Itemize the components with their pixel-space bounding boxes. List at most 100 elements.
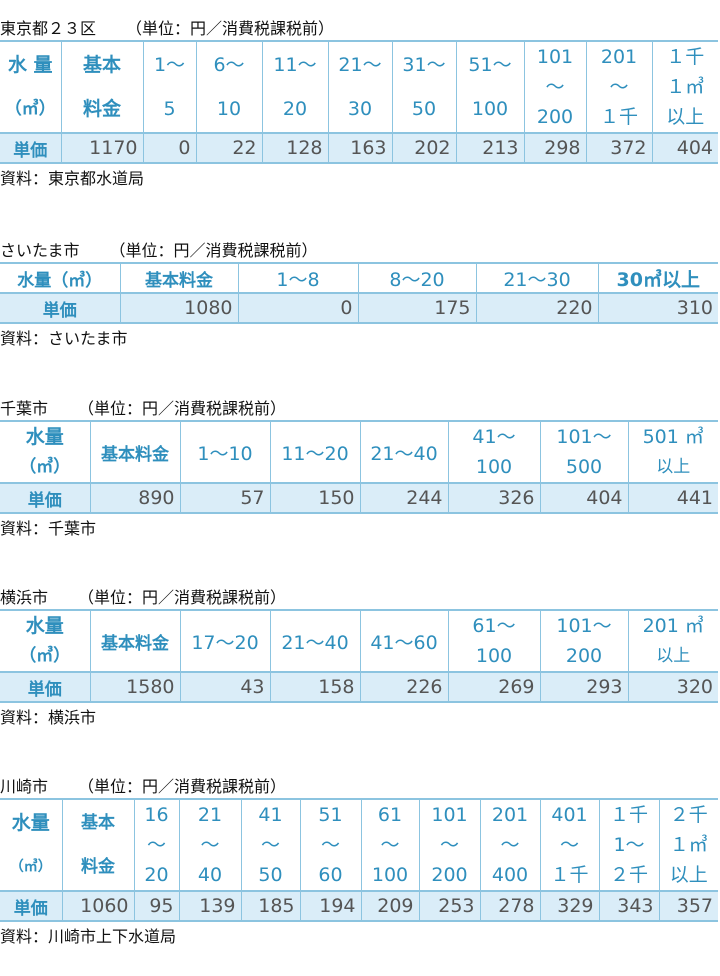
header-cell: 61～100 — [447, 610, 541, 672]
header-cell: 501 ㎥以上 — [627, 421, 718, 483]
header-cell: ２千 １㎥ 以上 — [658, 799, 718, 891]
price-label: 単価 — [0, 890, 63, 921]
header-cell: 21～40 — [269, 610, 361, 672]
header-cell: 30㎥以上 — [597, 263, 718, 293]
tokyo-section: 東京都２３区 （単位：円／消費税課税前） 水 量（㎥） 基本 料金 1～ 5 6～ 10… — [0, 18, 720, 190]
price-cell: 0 — [237, 292, 359, 323]
kawasaki-title-line: 川崎市 （単位：円／消費税課税前） — [0, 776, 720, 798]
price-cell: 202 — [391, 132, 457, 163]
yokohama-source: 資料：横浜市 — [0, 708, 97, 727]
price-label: 単価 — [0, 132, 62, 163]
yokohama-section: 横浜市 （単位：円／消費税課税前） 水量 （㎥） 基本料金 17～20 21～40 … — [0, 587, 720, 729]
price-cell: 343 — [598, 890, 660, 921]
yokohama-header-row: 水量 （㎥） 基本料金 17～20 21～40 41～60 61～ 100 101～… — [0, 610, 718, 672]
price-cell: 278 — [479, 890, 541, 921]
price-cell: 298 — [523, 132, 587, 163]
price-cell: 293 — [539, 671, 629, 702]
header-cell: 201 ㎥以上 — [627, 610, 718, 672]
price-cell: 158 — [269, 671, 361, 702]
header-cell: 6～ 10 — [195, 41, 263, 133]
header-cell: 11～20 — [261, 41, 329, 133]
price-cell: 185 — [240, 890, 301, 921]
price-cell: 220 — [475, 292, 599, 323]
tokyo-table: 水 量（㎥） 基本 料金 1～ 5 6～ 10 11～ 20 21～ 30 31～ 50 5… — [0, 40, 718, 164]
header-cell: 21～40 — [359, 421, 449, 483]
header-cell: 201 ～ 400 — [479, 799, 541, 891]
header-cell: 17～20 — [179, 610, 271, 672]
header-cell: 基本料金 — [89, 610, 181, 672]
price-cell: 226 — [359, 671, 449, 702]
price-cell: 43 — [179, 671, 271, 702]
saitama-source: 資料：さいたま市 — [0, 329, 128, 348]
yokohama-table: 水量 （㎥） 基本料金 17～20 21～40 41～60 61～ 100 101～… — [0, 609, 718, 703]
tokyo-unit: （単位：円／消費税課税前） — [126, 19, 335, 38]
price-cell: 139 — [178, 890, 242, 921]
header-cell: 201 ～ １千 — [585, 41, 653, 133]
kawasaki-unit: （単位：円／消費税課税前） — [78, 777, 287, 796]
yokohama-price-row: 単価 1580 43 158 226 269 293 320 — [0, 671, 718, 702]
header-cell: １千 1～ ２千 — [598, 799, 660, 891]
header-cell: 41～60 — [359, 610, 449, 672]
header-cell: 21～30 — [327, 41, 393, 133]
price-cell: 326 — [447, 482, 541, 513]
header-cell: 基本料金 — [119, 263, 239, 293]
chiba-section: 千葉市 （単位：円／消費税課税前） 水量 （㎥） 基本料金 1～10 11～20 2… — [0, 398, 720, 540]
header-cell: 11～20 — [269, 421, 361, 483]
header-cell: 16 ～ 20 — [133, 799, 180, 891]
header-cell: 401 ～ １千 — [539, 799, 600, 891]
chiba-title-line: 千葉市 （単位：円／消費税課税前） — [0, 398, 720, 420]
header-cell: 101～200 — [539, 610, 629, 672]
header-cell: 21～30 — [475, 263, 599, 293]
header-cell: 基本料金 — [61, 799, 135, 891]
price-cell: 357 — [658, 890, 718, 921]
price-cell: 209 — [360, 890, 420, 921]
saitama-price-row: 単価 1080 0 175 220 310 — [0, 292, 718, 323]
saitama-header-row: 水量（㎥） 基本料金 1～8 8～20 21～30 30㎥以上 — [0, 263, 718, 293]
price-cell: 163 — [327, 132, 393, 163]
price-cell: 441 — [627, 482, 718, 513]
price-label: 単価 — [0, 671, 91, 702]
header-cell: 101～ 500 — [539, 421, 629, 483]
header-cell: 51～ 100 — [455, 41, 525, 133]
saitama-section: さいたま市 （単位：円／消費税課税前） 水量（㎥） 基本料金 1～8 8～20 2… — [0, 240, 720, 350]
price-cell: 213 — [455, 132, 525, 163]
kawasaki-title: 川崎市 — [0, 777, 49, 796]
price-cell: 269 — [447, 671, 541, 702]
price-cell: 890 — [89, 482, 181, 513]
header-cell: 基本料金 — [60, 41, 144, 133]
price-cell: 22 — [195, 132, 263, 163]
chiba-source: 資料：千葉市 — [0, 519, 97, 538]
price-cell: 95 — [133, 890, 180, 921]
header-cell: 101～200 — [418, 799, 481, 891]
chiba-table: 水量 （㎥） 基本料金 1～10 11～20 21～40 41～ 100 101～ 5… — [0, 420, 718, 514]
saitama-title-line: さいたま市 （単位：円／消費税課税前） — [0, 240, 720, 262]
price-cell: 244 — [359, 482, 449, 513]
price-cell: 253 — [418, 890, 481, 921]
price-cell: 1060 — [61, 890, 135, 921]
header-cell: 1～8 — [237, 263, 359, 293]
header-cell: 1～ 5 — [142, 41, 197, 133]
kawasaki-price-row: 単価 1060 95 139 185 194 209 253 278 329 3… — [0, 890, 718, 921]
header-cell: 41～ 100 — [447, 421, 541, 483]
header-cell: 31～ 50 — [391, 41, 457, 133]
header-cell: 基本料金 — [89, 421, 181, 483]
header-cell: 水量（㎥） — [0, 421, 91, 483]
price-cell: 1580 — [89, 671, 181, 702]
header-cell: 水量（㎥） — [0, 263, 121, 293]
chiba-price-row: 単価 890 57 150 244 326 404 441 — [0, 482, 718, 513]
price-label: 単価 — [0, 292, 121, 323]
yokohama-unit: （単位：円／消費税課税前） — [78, 588, 287, 607]
tokyo-title: 東京都２３区 — [0, 19, 97, 38]
kawasaki-table: 水量 （㎥） 基本 料金 16 ～ 20 21 ～ 40 41 ～ 50 51 ～ 60 61 ～ 10… — [0, 798, 718, 922]
tokyo-price-row: 単価 1170 0 22 128 163 202 213 298 372 404 — [0, 132, 718, 163]
kawasaki-source: 資料：川崎市上下水道局 — [0, 927, 177, 946]
header-cell: 水量（㎥） — [0, 610, 91, 672]
chiba-unit: （単位：円／消費税課税前） — [78, 399, 287, 418]
header-cell: １千 １㎥ 以上 — [651, 41, 718, 133]
tokyo-source: 資料：東京都水道局 — [0, 169, 145, 188]
price-cell: 0 — [142, 132, 197, 163]
kawasaki-section: 川崎市 （単位：円／消費税課税前） 水量 （㎥） 基本 料金 16 ～ 20 21 ～ 40 … — [0, 776, 720, 948]
header-cell: 水量（㎥） — [0, 799, 63, 891]
price-cell: 329 — [539, 890, 600, 921]
price-cell: 320 — [627, 671, 718, 702]
